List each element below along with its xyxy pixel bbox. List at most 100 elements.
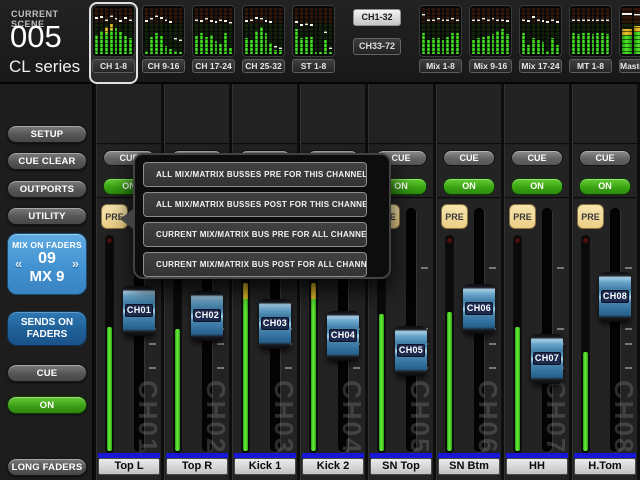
meter-peak-mark (582, 19, 585, 21)
meter-fill (245, 38, 248, 54)
meter-fill (145, 51, 148, 54)
meter-bank-mix9-16[interactable]: Mix 9-16 (468, 4, 513, 82)
meter-bank-mix1-8[interactable]: Mix 1-8 (418, 4, 463, 82)
meter-fill (315, 52, 318, 54)
channel-strip-ch08: CUEONPRECH08CH08H.Tom (572, 84, 638, 480)
channel-name[interactable]: SN Btm (438, 458, 500, 475)
master-on-button[interactable]: ON (7, 396, 87, 414)
cue-clear-button[interactable]: CUE CLEAR (7, 152, 87, 170)
layer-button-ch1-32[interactable]: CH1-32 (353, 9, 401, 26)
pre-indicator[interactable]: PRE (509, 204, 536, 229)
meter-peak-mark (506, 20, 509, 22)
meter-bank-meters (469, 5, 512, 57)
meter-fill (165, 46, 168, 54)
channel-name[interactable]: SN Top (370, 458, 432, 475)
meter-fill (110, 24, 113, 54)
layer-button-ch33-72[interactable]: CH33-72 (353, 38, 401, 55)
channel-strip-ch04: CUEONPRECH04CH04Kick 2 (300, 84, 366, 480)
channel-on-button[interactable]: ON (443, 178, 495, 195)
channel-strip-ch02: CUEONPRECH02CH02Top R (164, 84, 230, 480)
channel-on-button[interactable]: ON (579, 178, 631, 195)
channel-name[interactable]: Top R (166, 458, 228, 475)
meter-fill (587, 33, 590, 54)
meter-peak-mark (310, 24, 313, 26)
meter-peak-mark (592, 19, 595, 21)
fader-cap-label: CH02 (193, 309, 221, 322)
next-mix-bus-icon[interactable]: » (72, 256, 79, 271)
pre-indicator[interactable]: PRE (441, 204, 468, 229)
channel-on-button[interactable]: ON (511, 178, 563, 195)
meter-bank-ch25-32[interactable]: CH 25-32 (241, 4, 286, 82)
channel-name[interactable]: H.Tom (574, 458, 636, 475)
meter-column (129, 8, 132, 54)
popup-item-2[interactable]: CURRENT MIX/MATRIX BUS PRE FOR ALL CHANN… (143, 222, 367, 247)
meter-fill (496, 31, 499, 54)
meter-peak-mark (124, 17, 127, 19)
prev-mix-bus-icon[interactable]: « (15, 256, 22, 271)
meter-peak-mark (634, 14, 640, 16)
meter-bank-ch17-24[interactable]: CH 17-24 (191, 4, 236, 82)
fader-scale-tick (149, 343, 156, 345)
long-faders-button[interactable]: LONG FADERS (7, 458, 87, 476)
meter-peak-mark (422, 14, 425, 16)
outports-button[interactable]: OUTPORTS (7, 180, 87, 198)
meter-column (195, 8, 198, 54)
meter-peak-mark (255, 17, 258, 19)
pre-indicator[interactable]: PRE (577, 204, 604, 229)
fader-cap[interactable]: CH03 (259, 299, 291, 349)
popup-item-3[interactable]: CURRENT MIX/MATRIX BUS POST FOR ALL CHAN… (143, 252, 367, 277)
meter-bank-master[interactable]: Master (618, 4, 640, 82)
meter-peak-mark (265, 20, 268, 22)
fader-cap[interactable]: CH06 (463, 284, 495, 334)
fader-cap[interactable]: CH02 (191, 291, 223, 341)
fader-scale-tick (489, 267, 496, 269)
meter-column (150, 8, 153, 54)
fader-cap[interactable]: CH08 (599, 272, 631, 322)
meter-bank-st1-8[interactable]: ST 1-8 (291, 4, 336, 82)
meter-peak-mark (427, 19, 430, 21)
meter-column (492, 8, 495, 54)
meter-fill (477, 38, 480, 54)
meter-bank-ch1-8[interactable]: CH 1-8 (91, 4, 136, 82)
meter-bank-mix17-24[interactable]: Mix 17-24 (518, 4, 563, 82)
channel-name[interactable]: Top L (98, 458, 160, 475)
fader-cap[interactable]: CH04 (327, 311, 359, 361)
meter-column (305, 8, 308, 54)
channel-name[interactable]: Kick 2 (302, 458, 364, 475)
meter-column (315, 8, 318, 54)
strip-divider (505, 197, 569, 199)
meter-fill (105, 27, 108, 54)
meter-column (577, 8, 580, 54)
meter-peak-mark (245, 20, 248, 22)
channel-cue-button[interactable]: CUE (511, 150, 563, 166)
meter-peak-mark (110, 15, 113, 17)
sends-on-faders-button[interactable]: SENDS ON FADERS (7, 311, 87, 346)
meter-fill (596, 33, 599, 54)
meter-peak-mark (260, 18, 263, 20)
meter-peak-mark (145, 20, 148, 22)
fader-cap-label: CH05 (397, 344, 425, 357)
fader-cap[interactable]: CH05 (395, 326, 427, 376)
meter-bank-mt1-8[interactable]: MT 1-8 (568, 4, 613, 82)
popup-item-1[interactable]: ALL MIX/MATRIX BUSSES POST FOR THIS CHAN… (143, 192, 367, 217)
popup-item-0[interactable]: ALL MIX/MATRIX BUSSES PRE FOR THIS CHANN… (143, 162, 367, 187)
meter-fill (265, 33, 268, 54)
fader-scale-tick (625, 267, 632, 269)
meter-bank-ch9-16[interactable]: CH 9-16 (141, 4, 186, 82)
meter-column (427, 8, 430, 54)
channel-meter-fill (311, 283, 316, 451)
channel-name[interactable]: Kick 1 (234, 458, 296, 475)
channel-name[interactable]: HH (506, 458, 568, 475)
utility-button[interactable]: UTILITY (7, 207, 87, 225)
channel-cue-button[interactable]: CUE (579, 150, 631, 166)
meter-fill (269, 43, 272, 55)
master-cue-button[interactable]: CUE (7, 364, 87, 382)
setup-button[interactable]: SETUP (7, 125, 87, 143)
fader-cap[interactable]: CH07 (531, 334, 563, 384)
meter-column (592, 8, 595, 54)
fader-cap[interactable]: CH01 (123, 286, 155, 336)
mix-on-faders-selector[interactable]: MIX ON FADERS 09 MX 9 « » (7, 233, 87, 295)
channel-cue-button[interactable]: CUE (443, 150, 495, 166)
meter-peak-mark (532, 16, 535, 18)
meter-peak-mark (100, 16, 103, 18)
